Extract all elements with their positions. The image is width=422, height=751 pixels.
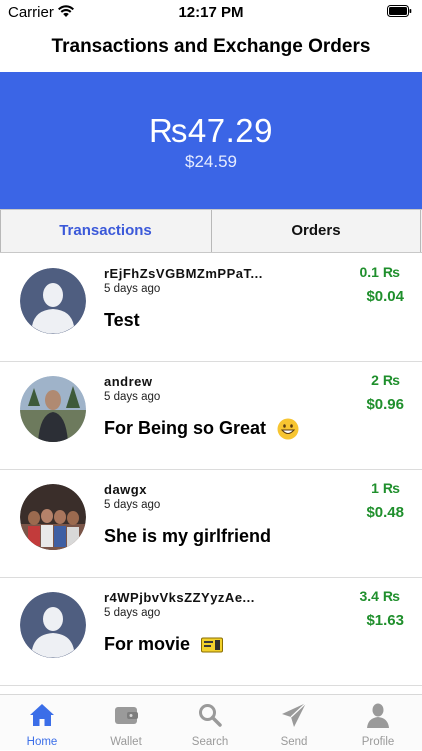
amount-xrp: 2 ₨	[371, 372, 400, 388]
transaction-memo: For movie	[104, 634, 224, 655]
amount-usd: $0.04	[366, 288, 404, 305]
default-avatar-icon	[20, 268, 86, 334]
amount-usd: $1.63	[366, 612, 404, 629]
tab-profile[interactable]: Profile	[336, 695, 420, 751]
sender-name: r4WPjbvVksZZYyzAe...	[104, 590, 255, 605]
sender-name: andrew	[104, 374, 153, 389]
avatar-placeholder	[20, 268, 86, 334]
transaction-memo: She is my girlfriend	[104, 526, 272, 546]
avatar-photo	[20, 376, 86, 442]
tab-send-label: Send	[280, 736, 308, 748]
sender-name: dawgx	[104, 482, 147, 497]
profile-icon	[367, 703, 389, 728]
search-icon	[199, 704, 222, 727]
amount-xrp: 0.1 ₨	[359, 264, 400, 280]
tab-send[interactable]: Send	[252, 695, 336, 751]
wallet-icon	[115, 707, 138, 724]
transaction-row[interactable]: rEjFhZsVGBMZmPPaT... 5 days ago Test 0.1…	[0, 254, 422, 362]
transaction-time: 5 days ago	[104, 283, 161, 295]
ticket-emoji-icon	[201, 637, 224, 653]
page-title: Transactions and Exchange Orders	[51, 36, 371, 57]
grin-emoji-icon	[277, 418, 299, 440]
default-avatar-icon	[20, 592, 86, 658]
send-icon	[282, 702, 307, 727]
tab-profile-label: Profile	[361, 736, 395, 748]
tab-wallet-label: Wallet	[110, 736, 142, 748]
balance-xrp: ₨47.29	[149, 112, 273, 149]
sender-name: rEjFhZsVGBMZmPPaT...	[104, 266, 263, 281]
transaction-list: rEjFhZsVGBMZmPPaT... 5 days ago Test 0.1…	[0, 254, 422, 686]
transaction-memo: For Being so Great	[104, 418, 299, 440]
avatar-placeholder	[20, 592, 86, 658]
tab-search[interactable]: Search	[168, 695, 252, 751]
transaction-time: 5 days ago	[104, 607, 161, 619]
transaction-time: 5 days ago	[104, 499, 161, 511]
segmented-tabs: Transactions Orders	[0, 209, 422, 253]
transaction-row[interactable]: dawgx 5 days ago She is my girlfriend 1 …	[0, 470, 422, 578]
status-bar: Carrier 12:17 PM	[0, 0, 422, 26]
status-time: 12:17 PM	[178, 4, 244, 21]
tab-home[interactable]: Home	[0, 695, 84, 751]
tab-home-label: Home	[26, 736, 58, 748]
user-photo-andrew	[20, 376, 86, 442]
battery-icon	[387, 5, 412, 17]
memo-text: For movie	[104, 634, 191, 654]
transaction-row[interactable]: andrew 5 days ago For Being so Great 2 ₨…	[0, 362, 422, 470]
tab-wallet[interactable]: Wallet	[84, 695, 168, 751]
tab-orders[interactable]: Orders	[211, 210, 421, 252]
tab-search-label: Search	[191, 736, 229, 748]
transaction-time: 5 days ago	[104, 391, 161, 403]
amount-xrp: 1 ₨	[371, 480, 400, 496]
balance-panel: ₨47.29 $24.59	[0, 72, 422, 209]
transaction-memo: Test	[104, 310, 140, 330]
amount-usd: $0.48	[366, 504, 404, 521]
amount-xrp: 3.4 ₨	[359, 588, 400, 604]
tab-transactions[interactable]: Transactions	[0, 210, 210, 252]
home-icon	[30, 704, 54, 726]
bottom-tab-bar: Home Wallet Search Send Profile	[0, 694, 422, 750]
user-photo-dawgx	[20, 484, 86, 550]
balance-usd: $24.59	[185, 152, 237, 171]
avatar-photo	[20, 484, 86, 550]
amount-usd: $0.96	[366, 396, 404, 413]
transaction-row[interactable]: r4WPjbvVksZZYyzAe... 5 days ago For movi…	[0, 578, 422, 686]
memo-text: For Being so Great	[104, 418, 267, 438]
